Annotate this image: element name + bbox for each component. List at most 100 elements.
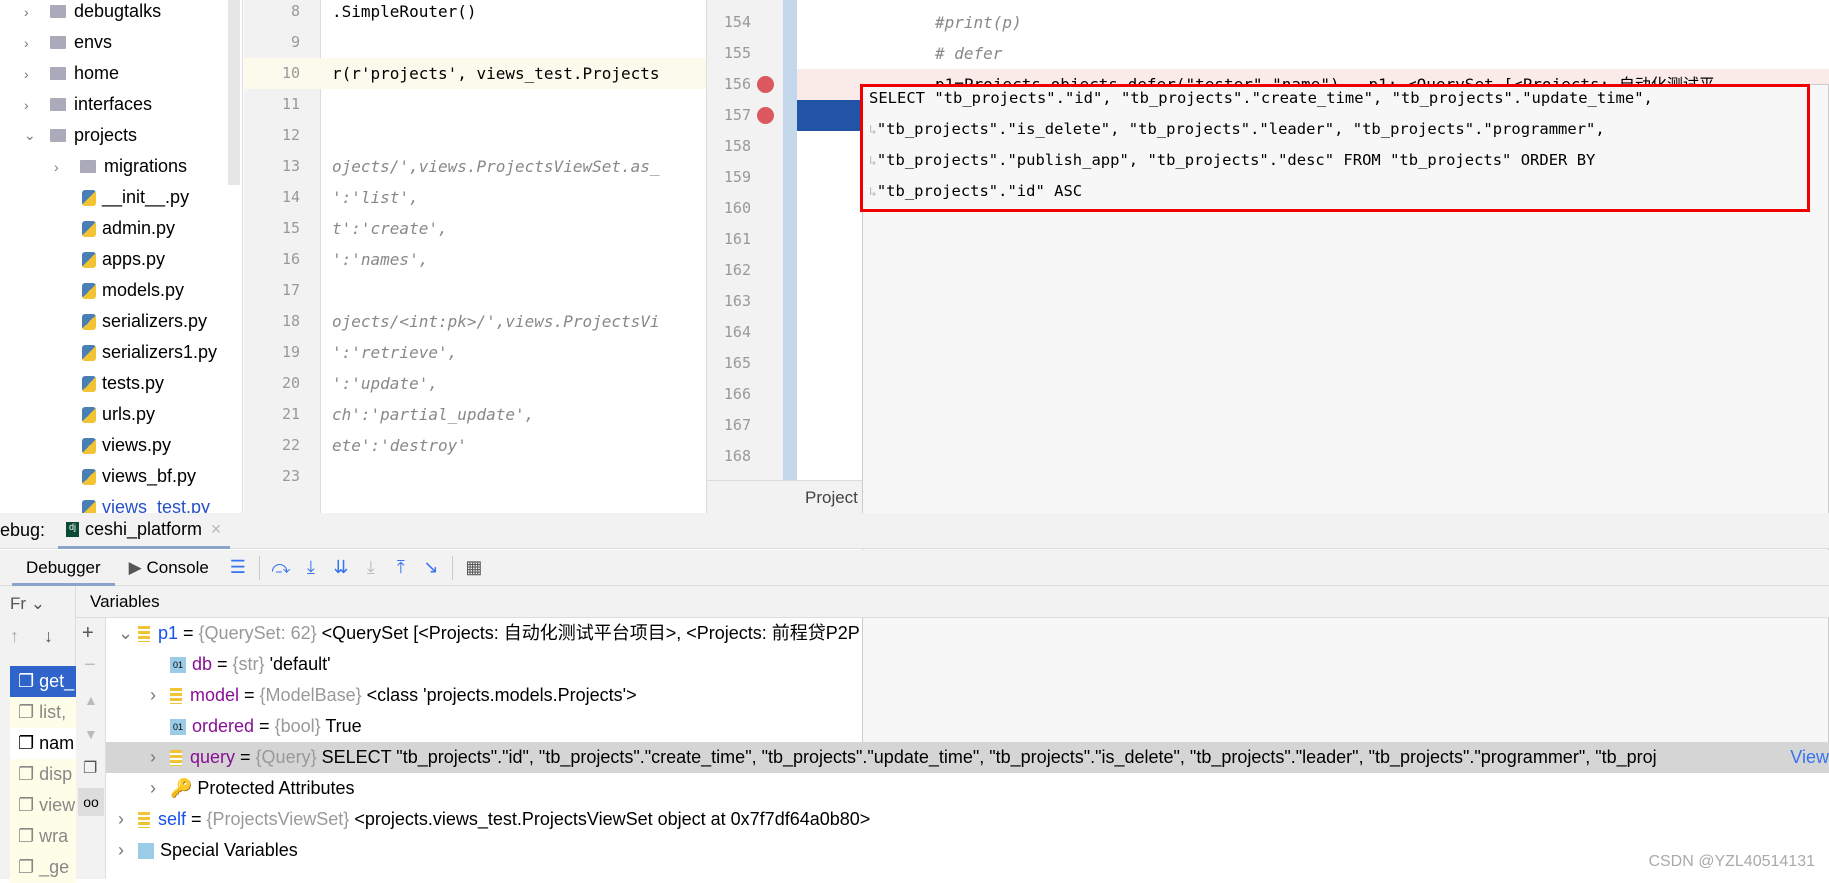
variable-value: 'default' [269, 654, 331, 674]
object-icon [170, 688, 182, 705]
view-link[interactable]: View [1786, 742, 1829, 773]
close-icon[interactable]: ✕ [210, 521, 222, 538]
line-number: 22 [281, 436, 300, 454]
line-number: 158 [723, 137, 751, 155]
line-number: 9 [290, 33, 300, 51]
editor-tab[interactable]: Project [805, 488, 858, 508]
tree-item[interactable]: admin.py [82, 213, 175, 244]
frame-item[interactable]: ❐ list, [10, 697, 76, 728]
step-into-icon[interactable]: ⤓ [296, 557, 326, 578]
watches-glasses-icon[interactable]: oo [78, 788, 104, 816]
tree-item-label: debugtalks [74, 1, 162, 21]
variable-row[interactable]: › Special Variables [106, 835, 1829, 866]
frame-label: wra [39, 826, 69, 846]
tree-item[interactable]: serializers.py [82, 306, 207, 337]
frame-item[interactable]: ❐ _ge [10, 852, 76, 883]
folder-icon [50, 98, 66, 111]
variable-name: query [190, 747, 236, 767]
variable-row[interactable]: › query = {Query} SELECT "tb_projects"."i… [106, 742, 1829, 773]
debug-gutter-strip [783, 0, 797, 480]
chevron-right-icon[interactable]: › [150, 742, 170, 773]
frame-item[interactable]: ❐ view [10, 790, 76, 821]
tree-item[interactable]: views_bf.py [82, 461, 196, 492]
chevron-down-icon[interactable]: ⌄ [24, 127, 38, 144]
frame-icon: ❐ [18, 795, 40, 815]
tree-item[interactable]: › envs [24, 27, 112, 58]
tree-item[interactable]: apps.py [82, 244, 165, 275]
frame-icon: ❐ [18, 857, 40, 877]
chevron-down-icon[interactable]: ⌄ [118, 618, 138, 649]
frames-header[interactable]: Fr ⌄ [10, 594, 45, 614]
copy-icon[interactable]: ❐ [83, 758, 97, 778]
move-up-icon[interactable]: ▲ [84, 692, 98, 708]
variable-row[interactable]: 01 ordered = {bool} True [106, 711, 1829, 742]
tree-item-label: views.py [102, 435, 172, 455]
variable-row[interactable]: › 🔑 Protected Attributes [106, 773, 1829, 804]
left-editor[interactable]: 8 .SimpleRouter() 9 10 r(r'projects', views_… [244, 0, 706, 513]
chevron-right-icon[interactable]: › [24, 4, 38, 20]
chevron-right-icon[interactable]: › [24, 97, 38, 113]
frame-item[interactable]: ❐ disp [10, 759, 76, 790]
object-icon [138, 626, 150, 643]
move-down-icon[interactable]: ▼ [84, 726, 98, 742]
tree-item[interactable]: › home [24, 58, 119, 89]
tree-item[interactable]: ⌄ projects [24, 120, 137, 151]
variable-value: True [325, 716, 362, 736]
chevron-right-icon[interactable]: › [150, 680, 170, 711]
folder-icon [50, 129, 66, 142]
frame-item[interactable]: ❐ wra [10, 821, 76, 852]
chevron-right-icon[interactable]: › [118, 835, 138, 866]
tree-item[interactable]: views.py [82, 430, 171, 461]
run-config-tab[interactable]: dj ceshi_platform ✕ [58, 513, 230, 549]
frame-item[interactable]: ❐ get_ [10, 666, 76, 697]
tree-item[interactable]: models.py [82, 275, 184, 306]
tree-item[interactable]: serializers1.py [82, 337, 217, 368]
variable-row[interactable]: 01 db = {str} 'default' [106, 649, 1829, 680]
chevron-right-icon[interactable]: › [24, 35, 38, 51]
tree-item[interactable]: › migrations [54, 151, 187, 182]
chevron-right-icon[interactable]: › [118, 804, 138, 835]
tab-debugger[interactable]: Debugger [12, 550, 115, 586]
chevron-right-icon[interactable]: › [54, 159, 68, 175]
primitive-icon: 01 [170, 719, 186, 736]
chevron-right-icon[interactable]: › [24, 66, 38, 82]
step-out-icon[interactable]: ⤒ [386, 557, 416, 578]
code-line: ch':'partial_update', [332, 405, 535, 424]
variable-row[interactable]: › self = {ProjectsViewSet} <projects.view… [106, 804, 1829, 835]
run-to-cursor-icon[interactable]: ↘ [416, 557, 446, 578]
frame-label: disp [39, 764, 73, 784]
menu-icon[interactable]: ☰ [223, 557, 253, 578]
chevron-right-icon[interactable]: › [150, 773, 170, 804]
scrollbar[interactable] [228, 0, 240, 185]
tree-item[interactable]: › interfaces [24, 89, 152, 120]
variable-row[interactable]: › model = {ModelBase} <class 'projects.mo… [106, 680, 1829, 711]
code-line: ':'names', [332, 250, 429, 269]
variable-name: Protected Attributes [197, 778, 355, 798]
force-step-into-icon[interactable]: ⤓ [356, 557, 386, 578]
variable-type: {ModelBase} [259, 685, 362, 705]
tree-item-label: home [74, 63, 120, 83]
remove-watch-icon[interactable]: − [84, 654, 96, 677]
tree-item[interactable]: urls.py [82, 399, 155, 430]
up-arrow-icon[interactable]: ↑ [10, 626, 19, 647]
step-into-my-code-icon[interactable]: ⇊ [326, 557, 356, 578]
add-watch-icon[interactable]: + [82, 622, 94, 645]
step-over-icon[interactable]: ⤼ [266, 557, 296, 578]
evaluate-expression-icon[interactable]: ▦ [459, 557, 489, 578]
variable-name: p1 [158, 623, 179, 643]
tree-item-label: models.py [102, 280, 185, 300]
tree-item[interactable]: views_test.py [82, 492, 210, 513]
variable-row[interactable]: ⌄ p1 = {QuerySet: 62} <QuerySet [<Project… [106, 618, 1829, 649]
breakpoint-icon[interactable] [757, 107, 774, 124]
tab-console[interactable]: ▶ Console [115, 558, 223, 578]
tree-item[interactable]: __init__.py [82, 182, 189, 213]
frame-label: get_ [39, 671, 75, 691]
down-arrow-icon[interactable]: ↓ [44, 626, 53, 647]
tree-item[interactable]: tests.py [82, 368, 164, 399]
tree-item[interactable]: › debugtalks [24, 0, 161, 27]
python-file-icon [82, 406, 96, 423]
line-number: 12 [281, 126, 300, 144]
tree-item-label: tests.py [102, 373, 165, 393]
breakpoint-icon[interactable] [757, 76, 774, 93]
frame-item[interactable]: ❐ nam [10, 728, 76, 759]
